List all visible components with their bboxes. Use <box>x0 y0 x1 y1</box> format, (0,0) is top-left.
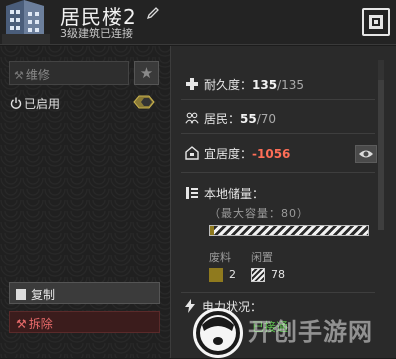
scrollbar[interactable] <box>378 60 384 230</box>
view-livability-button[interactable] <box>355 145 377 163</box>
eye-icon <box>359 150 373 158</box>
durability-row: 耐久度：135/135 <box>185 76 304 93</box>
header: 居民楼2 3级建筑已连接 <box>0 0 396 45</box>
favorite-star-button[interactable]: ★ <box>134 61 159 85</box>
repair-button[interactable]: ⚒ 维修 <box>9 61 129 85</box>
enable-toggle-icon[interactable] <box>132 94 156 110</box>
demolish-label: 拆除 <box>28 317 53 331</box>
residents-row: 居民：55/70 <box>185 110 276 127</box>
copy-button[interactable]: 复制 <box>9 282 160 304</box>
power-icon <box>10 97 22 109</box>
enabled-status: 已启用 <box>10 95 60 112</box>
livability-row: 宜居度：-1056 <box>185 145 290 162</box>
scrap-label: 废料 <box>209 251 231 264</box>
storage-scrap-fill <box>210 226 214 235</box>
copy-label: 复制 <box>31 288 56 302</box>
storage-capacity: （最大容量：80） <box>209 207 309 220</box>
apartment-building-icon <box>2 0 50 44</box>
left-panel: ⚒ 维修 ★ 已启用 复制 ⚒ 拆除 <box>0 46 170 358</box>
building-subtitle: 3级建筑已连接 <box>60 27 133 40</box>
pencil-edit-icon[interactable] <box>146 6 160 20</box>
idle-swatch <box>251 268 265 282</box>
watermark-logo <box>193 308 243 358</box>
enabled-label: 已启用 <box>24 97 61 111</box>
repair-label: 维修 <box>25 68 50 82</box>
people-icon <box>185 112 199 124</box>
lightning-icon <box>185 299 195 313</box>
storage-bar <box>209 225 369 236</box>
close-button[interactable] <box>362 8 390 36</box>
house-icon <box>185 146 199 160</box>
idle-value: 78 <box>271 268 285 281</box>
watermark-text: 开创手游网 <box>248 317 373 346</box>
idle-label: 闲置 <box>251 251 273 264</box>
residents-value: 55 <box>240 112 257 126</box>
wrench-icon: ⚒ <box>14 69 24 82</box>
storage-list-icon <box>186 187 198 199</box>
storage-row: 本地储量： <box>185 185 264 202</box>
copy-icon <box>16 289 26 300</box>
hammer-icon: ⚒ <box>16 317 27 331</box>
scrap-swatch <box>209 268 223 282</box>
star-icon: ★ <box>139 64 154 82</box>
livability-value: -1056 <box>252 147 291 161</box>
durability-value: 135 <box>252 78 278 92</box>
plus-health-icon <box>186 78 198 90</box>
demolish-button[interactable]: ⚒ 拆除 <box>9 311 160 333</box>
scrap-value: 2 <box>229 268 236 281</box>
